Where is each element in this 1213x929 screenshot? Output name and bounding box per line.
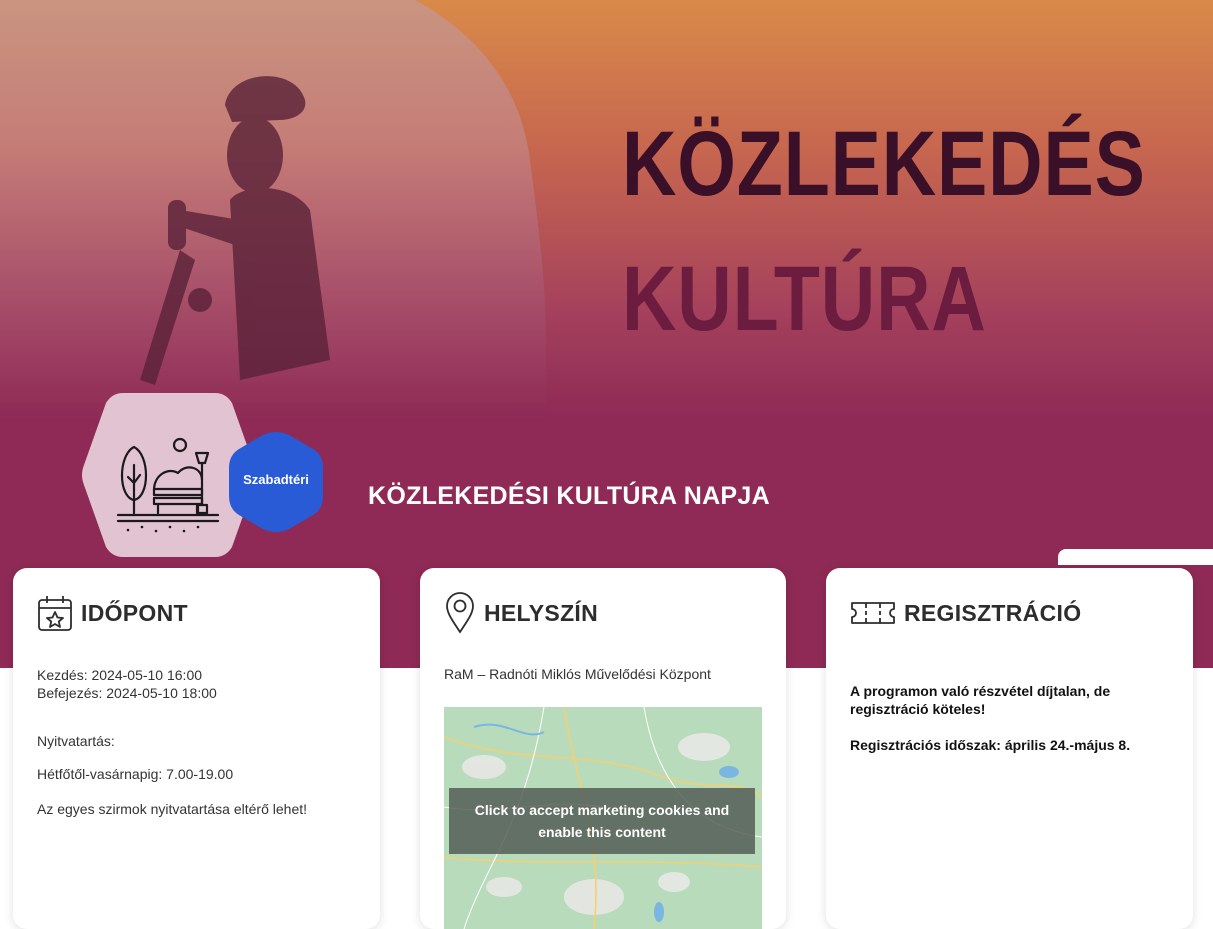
location-card: HELYSZÍN RaM – Radnóti Miklós Művelődési… (420, 568, 786, 929)
time-card: IDŐPONT Kezdés: 2024-05-10 16:00 Befejez… (13, 568, 380, 929)
map-embed[interactable]: Click to accept marketing cookies and en… (444, 707, 762, 929)
registration-card: REGISZTRÁCIÓ A programon való részvétel … (826, 568, 1193, 929)
registration-card-title: REGISZTRÁCIÓ (904, 599, 1082, 626)
map-pin-icon (446, 592, 474, 634)
location-card-header: HELYSZÍN (444, 590, 598, 636)
hero-title-line2: KULTÚRA (622, 248, 987, 350)
registration-fee-text: A programon való részvétel díjtalan, de … (850, 683, 1111, 717)
decorative-tab (1058, 549, 1213, 565)
opening-label: Nyitvatartás: (37, 733, 115, 749)
ticket-icon (851, 602, 895, 624)
registration-period-text: Regisztrációs időszak: április 24.-május… (850, 737, 1131, 753)
category-badge[interactable]: Szabadtéri (229, 472, 323, 487)
calendar-star-icon (38, 596, 72, 631)
end-time: Befejezés: 2024-05-10 18:00 (37, 685, 217, 701)
location-card-title: HELYSZÍN (484, 599, 599, 626)
registration-card-header: REGISZTRÁCIÓ (850, 590, 1081, 636)
child-on-bike-silhouette (140, 76, 330, 385)
opening-note: Az egyes szirmok nyitvatartása eltérő le… (37, 801, 308, 817)
opening-hours: Hétfőtől-vasárnapig: 7.00-19.00 (37, 766, 234, 782)
hero-title-line1: KÖZLEKEDÉS (622, 113, 1146, 215)
cookie-consent-text[interactable]: Click to accept marketing cookies and en… (457, 799, 747, 843)
cookie-consent-overlay[interactable]: Click to accept marketing cookies and en… (449, 788, 755, 854)
time-card-header: IDŐPONT (37, 590, 188, 636)
event-title: KÖZLEKEDÉSI KULTÚRA NAPJA (368, 482, 770, 510)
start-time: Kezdés: 2024-05-10 16:00 (37, 667, 203, 683)
venue-name: RaM – Radnóti Miklós Művelődési Központ (444, 666, 711, 682)
time-card-title: IDŐPONT (81, 599, 188, 626)
